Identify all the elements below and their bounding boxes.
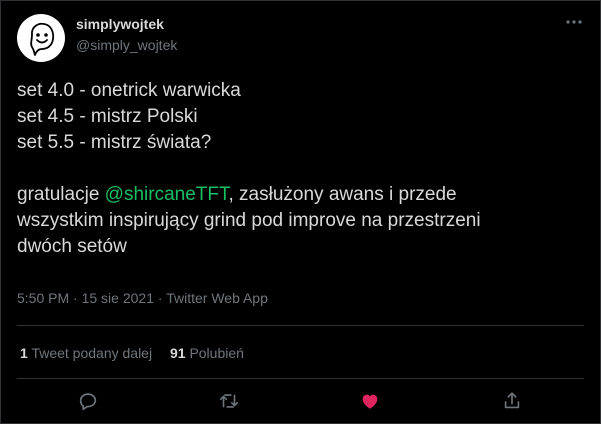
tweet-line: set 4.5 - mistrz Polski: [17, 106, 198, 127]
retweets-count: 1: [20, 345, 28, 361]
likes-count: 91: [169, 345, 186, 361]
retweets-stat[interactable]: 1 Tweet podany dalej: [20, 345, 152, 361]
meta-separator: ·: [73, 290, 78, 306]
heart-icon[interactable]: [359, 390, 381, 412]
tweet-text-fragment: gratulacje: [17, 184, 105, 205]
tweet-text-fragment: , zasłużony awans i przede: [228, 184, 457, 205]
tweet-line: wszystkim inspirujący grind pod improve …: [17, 210, 481, 231]
avatar-face-icon: [30, 22, 55, 56]
tweet-line: dwóch setów: [17, 236, 127, 257]
meta-separator: ·: [157, 290, 163, 306]
mention-link[interactable]: @shircaneTFT: [105, 184, 229, 205]
author-name[interactable]: simplywojtek: [76, 16, 164, 32]
avatar[interactable]: [17, 14, 65, 62]
tweet-meta: 5:50 PM · 15 sie 2021 · Twitter Web App: [17, 290, 268, 306]
reply-icon[interactable]: [77, 390, 99, 412]
retweet-icon[interactable]: [218, 390, 240, 412]
likes-label: Polubień: [189, 345, 244, 361]
tweet-line: set 4.0 - onetrick warwicka: [17, 80, 241, 101]
retweets-label: Tweet podany dalej: [31, 345, 153, 361]
likes-stat[interactable]: 91 Polubień: [170, 345, 244, 361]
more-icon[interactable]: [564, 12, 584, 32]
tweet-line: set 5.5 - mistrz świata?: [17, 132, 212, 153]
tweet-source[interactable]: Twitter Web App: [166, 290, 268, 306]
tweet-stats: 1 Tweet podany dalej 91 Polubień: [20, 345, 258, 361]
author-handle[interactable]: @simply_wojtek: [76, 37, 177, 53]
tweet-text: set 4.0 - onetrick warwicka set 4.5 - mi…: [17, 78, 587, 260]
tweet-line: gratulacje @shircaneTFT, zasłużony awans…: [17, 182, 587, 208]
tweet-date[interactable]: 15 sie 2021: [82, 290, 154, 306]
share-icon[interactable]: [501, 390, 523, 412]
divider: [17, 325, 584, 326]
tweet-time[interactable]: 5:50 PM: [17, 290, 69, 306]
divider: [17, 378, 584, 379]
